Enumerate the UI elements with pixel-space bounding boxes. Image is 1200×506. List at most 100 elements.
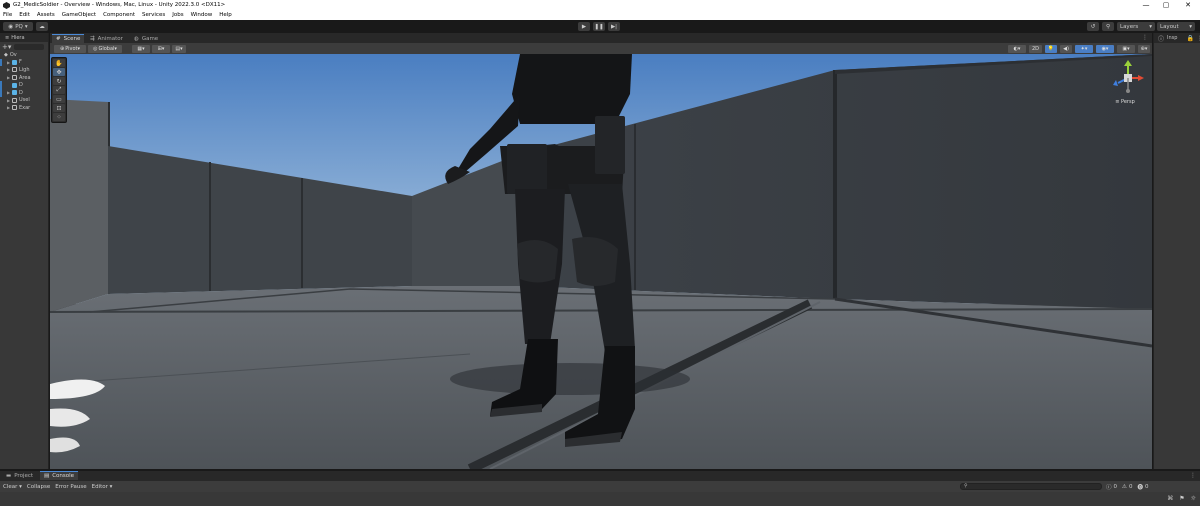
account-button[interactable]: ◉ PQ ▾ [3,22,33,31]
projection-label[interactable]: ≡ Persp [1110,99,1140,105]
tab-console[interactable]: ▤ Console [40,471,79,480]
hierarchy-tab[interactable]: ≡ Hiera [0,33,48,42]
warning-count-icon[interactable]: ⚠ [1122,484,1127,490]
main-toolbar: ◉ PQ ▾ ☁ ▶ ❚❚ ▶| ↺ ⚲ Layers ▾ Layout ▾ [0,20,1200,33]
more-options-icon[interactable]: ⋮ [1142,34,1148,41]
bug-icon[interactable]: ⌘ [1167,495,1173,502]
prefab-icon [12,90,17,96]
error-pause-toggle[interactable]: Error Pause [55,484,86,490]
menu-file[interactable]: File [3,12,12,18]
transform-tool-button[interactable]: ⊡ [53,104,65,112]
move-tool-button[interactable]: ✥ [53,68,65,76]
search-button[interactable]: ⚲ [1102,22,1114,31]
tab-game[interactable]: ◍ Game [130,34,162,43]
hierarchy-item[interactable]: D [0,81,48,89]
history-button[interactable]: ↺ [1087,22,1099,31]
folder-icon: ▬ [6,472,12,479]
error-count: 0 [1144,483,1149,490]
gizmo-icon: ⊕▾ [1140,45,1148,52]
inspector-panel: ⓘ Insp 🔒 ⋮ [1153,33,1200,469]
tab-console-label: Console [52,473,75,479]
camera-dropdown[interactable]: ▣▾ [1117,44,1135,53]
close-button[interactable]: ✕ [1178,0,1198,10]
step-icon: ▶| [610,23,618,30]
tab-project[interactable]: ▬ Project [2,471,37,480]
audio-toggle[interactable]: ◀) [1060,44,1072,53]
lock-icon[interactable]: 🔒 [1186,35,1193,42]
menu-services[interactable]: Services [142,12,165,18]
network-icon[interactable]: ⚑ [1179,495,1184,502]
tab-scene[interactable]: # Scene [52,34,85,43]
scene-viewport[interactable] [50,54,1152,469]
hierarchy-item-label: Usel [19,97,30,104]
hierarchy-search-input[interactable] [14,43,45,50]
collapse-toggle[interactable]: Collapse [27,484,50,490]
menu-help[interactable]: Help [219,12,232,18]
hierarchy-item[interactable]: ▶ Usel [0,97,48,105]
add-icon[interactable]: +▾ [2,43,11,51]
menu-edit[interactable]: Edit [19,12,30,18]
more-options-icon[interactable]: ⋮ [1190,472,1196,479]
snap-increment-button[interactable]: ⊞▾ [152,44,170,53]
unity-scene-icon: ◆ [4,51,8,58]
cloud-icon: ☁ [39,23,45,30]
layout-dropdown[interactable]: Layout ▾ [1157,22,1195,31]
global-dropdown[interactable]: ◎ Global ▾ [88,44,122,53]
custom-tool-button[interactable]: ⁘ [53,113,65,121]
hierarchy-item[interactable]: ▶ Exar [0,104,48,112]
layout-label: Layout [1160,23,1179,30]
editor-dropdown[interactable]: Editor ▾ [92,484,113,490]
play-button[interactable]: ▶ [578,22,590,31]
hierarchy-item[interactable]: ▶ Area [0,74,48,82]
menu-assets[interactable]: Assets [37,12,55,18]
hierarchy-item[interactable]: ▶ D [0,88,48,97]
scale-tool-button[interactable]: ⤢ [53,86,65,94]
grid-snap-button[interactable]: ▦▾ [132,44,150,53]
global-label: Global [98,45,115,52]
hierarchy-item[interactable]: ▶ F [0,58,48,67]
scene-visibility-toggle[interactable]: ◉▾ [1096,44,1114,53]
gizmos-dropdown[interactable]: ⊕▾ [1138,44,1150,53]
pivot-dropdown[interactable]: ⊕ Pivot ▾ [54,44,86,53]
toggle-2d-label: 2D [1031,45,1040,52]
console-log-area[interactable]: ⌘ ⚑ ☼ [0,492,1200,506]
error-count-icon[interactable]: ⓿ [1137,483,1143,491]
maximize-button[interactable]: ▢ [1156,0,1176,10]
tab-animator[interactable]: ⇶ Animator [86,34,127,43]
step-button[interactable]: ▶| [608,22,620,31]
rect-tool-button[interactable]: ▭ [53,95,65,103]
pause-icon: ❚❚ [594,23,604,30]
light-icon[interactable]: ☼ [1191,495,1196,502]
cloud-button[interactable]: ☁ [36,22,48,31]
transform-icon: ⊡ [56,104,62,112]
hand-tool-button[interactable]: ✋ [53,59,65,67]
pause-button[interactable]: ❚❚ [593,22,605,31]
console-search-input[interactable]: ⚲ [960,483,1102,490]
effects-dropdown[interactable]: ✦▾ [1075,44,1093,53]
left-pillar [50,99,108,312]
projection-text: Persp [1121,99,1135,105]
info-count-icon[interactable]: ⓘ [1106,483,1112,491]
tab-project-label: Project [14,472,34,479]
draw-mode-dropdown[interactable]: ◐▾ [1008,44,1026,53]
menu-jobs[interactable]: Jobs [172,12,183,18]
menu-component[interactable]: Component [103,12,135,18]
lighting-toggle[interactable]: 💡 [1045,44,1057,53]
hierarchy-item[interactable]: ▶ Ligh [0,66,48,74]
toggle-2d-button[interactable]: 2D [1029,44,1042,53]
layers-dropdown[interactable]: Layers ▾ [1117,22,1155,31]
scene-root-item[interactable]: ◆ Ov [0,51,48,59]
snap-icon: ⊞▾ [157,45,165,52]
minimize-button[interactable]: — [1136,0,1156,10]
ruler-button[interactable]: ▤▾ [172,44,186,53]
play-icon: ▶ [581,23,587,30]
scene-root-label: Ov [9,51,17,58]
hierarchy-panel: ≡ Hiera +▾ ◆ Ov ▶ F ▶ Ligh ▶ Area D ▶ D ▶ Use… [0,33,49,469]
menu-gameobject[interactable]: GameObject [62,12,96,18]
clear-button[interactable]: Clear ▾ [3,484,22,490]
menu-window[interactable]: Window [191,12,213,18]
tab-game-label: Game [141,35,159,42]
rotate-tool-button[interactable]: ↻ [53,77,65,85]
gameobject-icon [12,75,17,81]
inspector-tab[interactable]: ⓘ Insp 🔒 ⋮ [1154,33,1200,43]
